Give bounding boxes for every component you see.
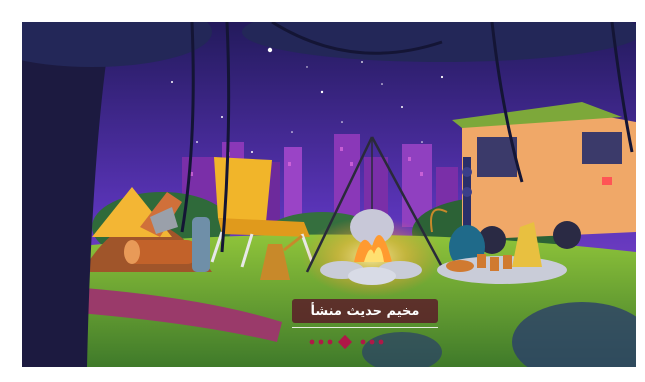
pager-dot[interactable] — [360, 339, 366, 345]
caption-divider — [292, 327, 438, 328]
pager-dot[interactable] — [369, 339, 375, 345]
illustration-frame: مخيم حديث منشأ — [22, 22, 636, 367]
pager-dot-active[interactable] — [337, 334, 353, 350]
pager-dot[interactable] — [378, 339, 384, 345]
pager-dot[interactable] — [309, 339, 315, 345]
pager-dot[interactable] — [327, 339, 333, 345]
camper-van — [452, 102, 636, 254]
slide-caption-text: مخيم حديث منشأ — [310, 303, 420, 319]
pager-dot[interactable] — [318, 339, 324, 345]
slide-pager — [309, 334, 384, 350]
thermos — [192, 217, 210, 272]
slide-caption: مخيم حديث منشأ — [292, 299, 438, 323]
